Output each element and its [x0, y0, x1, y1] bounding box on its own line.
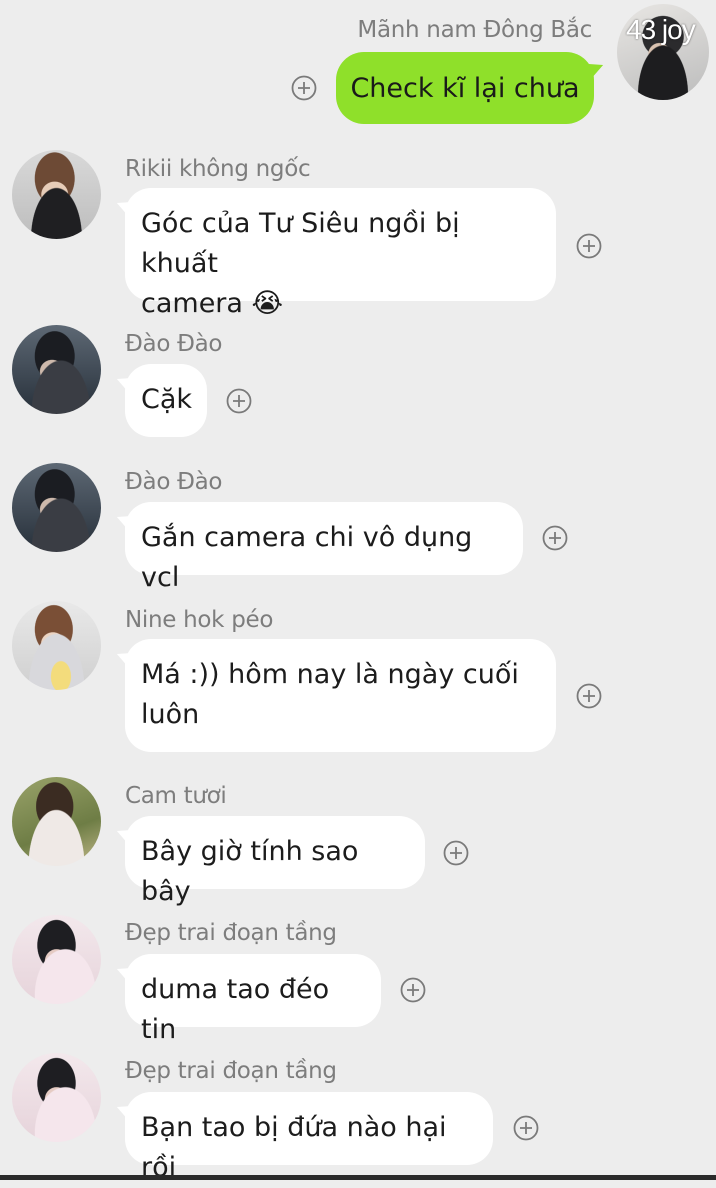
- message-text-line: Bây giờ tính sao bây: [141, 836, 359, 907]
- outgoing-message-bubble[interactable]: Check kĩ lại chưa: [336, 52, 594, 124]
- message-text: Check kĩ lại chưa: [350, 72, 580, 104]
- avatar[interactable]: [12, 325, 101, 414]
- sender-name: Đẹp trai đoạn tầng: [125, 1058, 337, 1084]
- message-text-line: luôn: [141, 699, 200, 730]
- avatar[interactable]: [12, 777, 101, 866]
- sender-name: Đào Đào: [125, 331, 223, 357]
- avatar-badge: 43 joy: [626, 14, 696, 45]
- bottom-divider: [0, 1175, 716, 1180]
- add-reaction-icon[interactable]: [226, 388, 252, 414]
- sender-name: Rikii không ngốc: [125, 156, 311, 182]
- message-bubble[interactable]: Gắn camera chi vô dụng vcl: [125, 502, 523, 593]
- avatar[interactable]: [12, 915, 101, 1004]
- avatar[interactable]: [12, 1053, 101, 1142]
- add-reaction-icon[interactable]: [542, 525, 568, 551]
- message-bubble[interactable]: Góc của Tư Siêu ngồi bị khuất camera 😭: [125, 188, 556, 319]
- add-reaction-icon[interactable]: [400, 977, 426, 1003]
- add-reaction-icon[interactable]: [576, 233, 602, 259]
- avatar[interactable]: [12, 601, 101, 690]
- sender-name: Đào Đào: [125, 469, 223, 495]
- outgoing-sender-name: Mãnh nam Đông Bắc: [357, 17, 592, 43]
- message-text-line: Góc của Tư Siêu ngồi bị khuất: [141, 208, 460, 279]
- add-reaction-icon[interactable]: [576, 683, 602, 709]
- add-reaction-icon[interactable]: [443, 840, 469, 866]
- sender-name: Đẹp trai đoạn tầng: [125, 920, 337, 946]
- avatar[interactable]: [12, 463, 101, 552]
- message-bubble[interactable]: duma tao đéo tin: [125, 954, 381, 1045]
- message-text-line: duma tao đéo tin: [141, 974, 330, 1045]
- message-text-line: Má :)) hôm nay là ngày cuối: [141, 659, 519, 690]
- add-reaction-icon[interactable]: [513, 1115, 539, 1141]
- message-bubble[interactable]: Má :)) hôm nay là ngày cuối luôn: [125, 639, 556, 752]
- message-text-line: camera 😭: [141, 288, 284, 319]
- message-text-line: Cặk: [141, 384, 193, 415]
- add-reaction-icon[interactable]: [291, 75, 317, 101]
- message-bubble[interactable]: Bây giờ tính sao bây: [125, 816, 425, 907]
- message-bubble[interactable]: Bạn tao bị đứa nào hại rồi: [125, 1092, 493, 1183]
- chat-thread: Mãnh nam Đông Bắc 43 joy Check kĩ lại ch…: [0, 0, 716, 1183]
- message-text-line: Gắn camera chi vô dụng vcl: [141, 522, 473, 593]
- avatar[interactable]: [12, 150, 101, 239]
- sender-name: Nine hok péo: [125, 607, 274, 633]
- message-bubble[interactable]: Cặk: [125, 364, 207, 437]
- sender-name: Cam tươi: [125, 783, 227, 809]
